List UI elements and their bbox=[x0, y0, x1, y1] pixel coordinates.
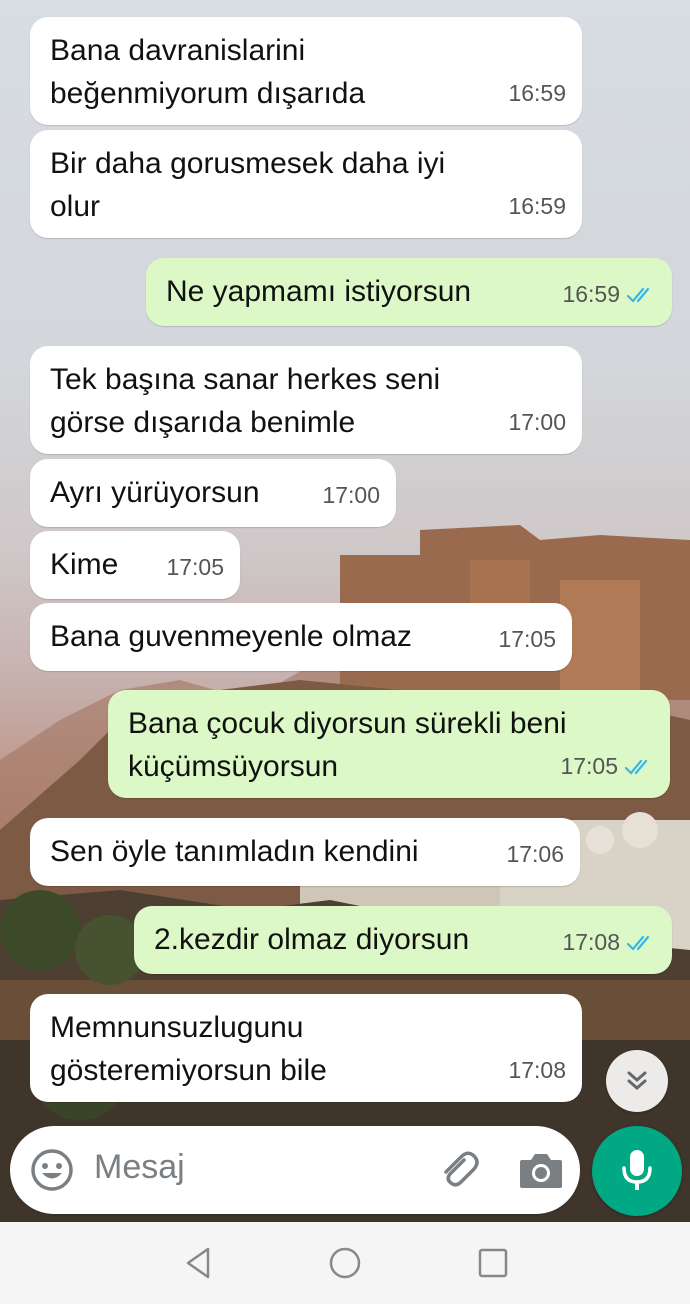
message-time: 17:00 bbox=[322, 482, 380, 508]
incoming-message[interactable]: Sen öyle tanımladın kendini 17:06 bbox=[30, 818, 580, 886]
message-time: 16:59 bbox=[562, 281, 620, 307]
message-time: 17:05 bbox=[166, 554, 224, 580]
message-text: Tek başına sanar herkes seni görse dışar… bbox=[50, 363, 441, 439]
message-time: 17:00 bbox=[508, 409, 566, 435]
read-receipt-icon bbox=[624, 759, 648, 775]
message-meta: 17:05 bbox=[498, 618, 556, 661]
double-chevron-down-icon bbox=[627, 1071, 647, 1090]
nav-home-icon[interactable] bbox=[328, 1246, 362, 1280]
camera-icon[interactable] bbox=[516, 1146, 566, 1194]
outgoing-message[interactable]: Ne yapmamı istiyorsun 16:59 bbox=[146, 258, 672, 326]
voice-message-button[interactable] bbox=[592, 1126, 682, 1216]
message-text: Bana guvenmeyenle olmaz bbox=[50, 620, 412, 653]
message-meta: 17:08 bbox=[562, 921, 656, 964]
message-composer[interactable]: Mesaj bbox=[10, 1126, 580, 1214]
outgoing-message[interactable]: 2.kezdir olmaz diyorsun 17:08 bbox=[134, 906, 672, 974]
outgoing-message[interactable]: Bana çocuk diyorsun sürekli beni küçümsü… bbox=[108, 690, 670, 798]
message-time: 17:08 bbox=[562, 929, 620, 955]
message-meta: 17:05 bbox=[560, 745, 654, 788]
read-receipt-icon bbox=[626, 935, 650, 951]
message-time: 17:08 bbox=[508, 1057, 566, 1083]
incoming-message[interactable]: Bana davranislarini beğenmiyorum dışarıd… bbox=[30, 17, 582, 125]
message-meta: 16:59 bbox=[508, 185, 566, 228]
message-meta: 17:00 bbox=[508, 401, 566, 444]
message-meta: 17:08 bbox=[508, 1049, 566, 1092]
message-meta: 17:05 bbox=[166, 546, 224, 589]
emoji-icon[interactable] bbox=[30, 1148, 74, 1192]
system-nav-bar bbox=[0, 1222, 690, 1304]
message-meta: 16:59 bbox=[508, 72, 566, 115]
paperclip-icon[interactable] bbox=[434, 1146, 482, 1194]
message-time: 16:59 bbox=[508, 193, 566, 219]
message-meta: 17:00 bbox=[322, 474, 380, 517]
message-time: 16:59 bbox=[508, 80, 566, 106]
message-text: Sen öyle tanımladın kendini bbox=[50, 835, 419, 868]
message-meta: 16:59 bbox=[562, 273, 656, 316]
message-meta: 17:06 bbox=[506, 833, 564, 876]
message-input[interactable]: Mesaj bbox=[94, 1148, 185, 1187]
message-list[interactable]: Bana davranislarini beğenmiyorum dışarıd… bbox=[0, 0, 690, 1120]
incoming-message[interactable]: Kime 17:05 bbox=[30, 531, 240, 599]
message-text: Bir daha gorusmesek daha iyi olur bbox=[50, 147, 446, 223]
microphone-icon bbox=[622, 1150, 652, 1190]
message-time: 17:05 bbox=[498, 626, 556, 652]
nav-recents-icon[interactable] bbox=[476, 1246, 510, 1280]
message-text: Memnunsuzlugunu gösteremiyorsun bile bbox=[50, 1011, 327, 1087]
message-time: 17:05 bbox=[560, 753, 618, 779]
message-text: Bana davranislarini beğenmiyorum dışarıd… bbox=[50, 34, 366, 110]
message-time: 17:06 bbox=[506, 841, 564, 867]
incoming-message[interactable]: Memnunsuzlugunu gösteremiyorsun bile 17:0… bbox=[30, 994, 582, 1102]
nav-back-icon[interactable] bbox=[182, 1246, 216, 1280]
incoming-message[interactable]: Bir daha gorusmesek daha iyi olur 16:59 bbox=[30, 130, 582, 238]
incoming-message[interactable]: Tek başına sanar herkes seni görse dışar… bbox=[30, 346, 582, 454]
read-receipt-icon bbox=[626, 287, 650, 303]
incoming-message[interactable]: Bana guvenmeyenle olmaz 17:05 bbox=[30, 603, 572, 671]
incoming-message[interactable]: Ayrı yürüyorsun 17:00 bbox=[30, 459, 396, 527]
scroll-to-bottom-button[interactable] bbox=[606, 1050, 668, 1112]
